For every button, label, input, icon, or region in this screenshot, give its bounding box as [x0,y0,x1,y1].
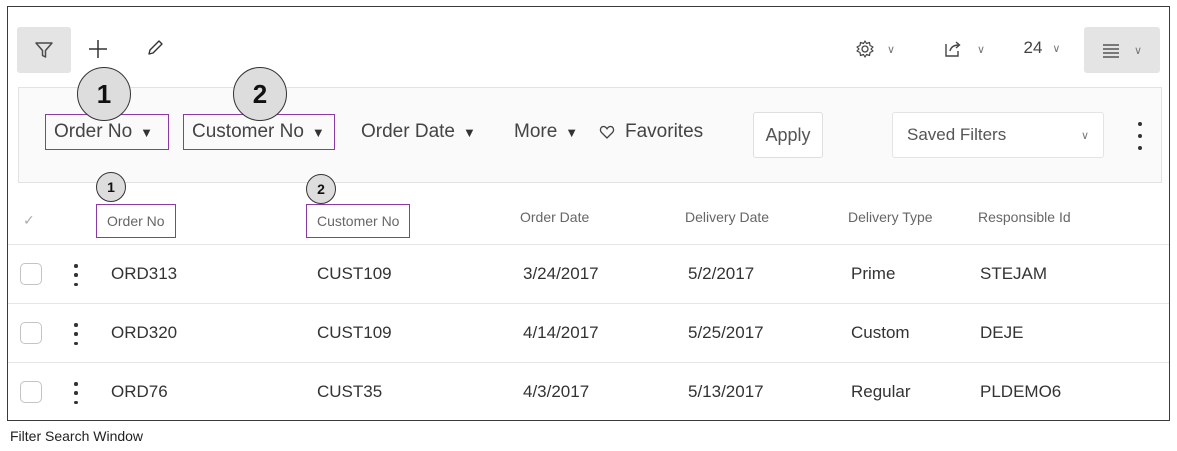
chevron-down-icon: ∨ [1080,129,1089,142]
row-checkbox[interactable] [20,322,42,344]
cell-delivery-date: 5/2/2017 [688,264,755,283]
figure-caption: Filter Search Window [10,428,144,444]
view-options-button[interactable]: ∨ [1084,27,1160,73]
filter-order-date[interactable]: Order Date ▼ [361,114,476,150]
cell-responsible-id: PLDEMO6 [980,382,1062,401]
cell-order-no: ORD320 [111,323,178,342]
chevron-down-icon: ∨ [1052,42,1061,55]
column-header[interactable]: Order No [96,204,176,238]
orders-table: ✓ Order No Customer No Order Date Delive… [8,192,1169,422]
page-size-select[interactable]: 24 ∨ [1014,35,1070,61]
pencil-icon [148,40,163,55]
settings-button[interactable]: ∨ [850,37,900,61]
toolbar: ∨ ∨ 24 ∨ ∨ [8,7,1169,83]
caret-down-icon: ▼ [311,124,325,140]
callout-1-small: 1 [96,172,126,202]
heart-icon [599,125,615,139]
cell-delivery-date: 5/25/2017 [688,323,764,342]
column-header[interactable]: Delivery Type [848,209,933,225]
chevron-down-icon: ∨ [1133,44,1143,57]
cell-delivery-date: 5/13/2017 [688,382,764,401]
filter-order-date-label: Order Date [361,121,455,142]
list-view-icon [1102,44,1119,58]
table-header: ✓ Order No Customer No Order Date Delive… [8,192,1169,245]
favorites-label: Favorites [625,121,704,142]
filter-search-window: ∨ ∨ 24 ∨ ∨ Order No ▼ Customer No ▼ Orde… [7,6,1170,421]
caret-down-icon: ▼ [140,124,154,140]
more-options-icon[interactable] [1135,122,1145,150]
chevron-down-icon: ∨ [886,43,896,56]
cell-customer-no: CUST109 [317,264,392,283]
cell-order-date: 3/24/2017 [523,264,599,283]
cell-order-date: 4/14/2017 [523,323,599,342]
column-header[interactable]: Delivery Date [685,209,769,225]
cell-delivery-type: Regular [851,382,911,401]
row-menu-icon[interactable] [73,323,79,345]
plus-icon [89,40,107,58]
filter-order-no-label: Order No [54,121,133,142]
favorites-button[interactable]: Favorites [599,114,703,150]
export-button[interactable]: ∨ [936,37,992,61]
select-all-checkmark-icon[interactable]: ✓ [23,212,35,229]
cell-order-date: 4/3/2017 [523,382,590,401]
filter-more-label: More [514,121,558,142]
cell-customer-no: CUST35 [317,382,383,401]
chevron-down-icon: ∨ [976,43,986,56]
cell-customer-no: CUST109 [317,323,392,342]
filter-toggle-button[interactable] [17,27,71,73]
cell-responsible-id: DEJE [980,323,1024,342]
row-checkbox[interactable] [20,381,42,403]
add-button[interactable] [86,37,110,61]
callout-1: 1 [77,67,131,121]
filter-icon [35,42,53,58]
table-row[interactable]: ORD313 CUST109 3/24/2017 5/2/2017 Prime … [8,245,1169,304]
cell-delivery-type: Prime [851,264,896,283]
page-size-value: 24 [1023,38,1043,57]
cell-order-no: ORD76 [111,382,168,401]
column-header[interactable]: Customer No [306,204,411,238]
saved-filters-label: Saved Filters [907,125,1007,144]
cell-responsible-id: STEJAM [980,264,1048,283]
row-menu-icon[interactable] [73,382,79,404]
filter-customer-no-label: Customer No [192,121,304,142]
caret-down-icon: ▼ [462,124,476,140]
filter-more[interactable]: More ▼ [514,114,578,150]
callout-2: 2 [233,67,287,121]
export-icon [945,41,961,57]
column-header[interactable]: Responsible Id [978,209,1071,225]
cell-order-no: ORD313 [111,264,178,283]
callout-2-small: 2 [306,174,336,204]
filter-panel: Order No ▼ Customer No ▼ Order Date ▼ Mo… [18,87,1162,183]
table-row[interactable]: ORD320 CUST109 4/14/2017 5/25/2017 Custo… [8,304,1169,363]
saved-filters-select[interactable]: Saved Filters ∨ [892,112,1104,158]
gear-icon [856,40,874,58]
cell-delivery-type: Custom [851,323,910,342]
edit-button[interactable] [144,37,166,59]
table-row[interactable]: ORD76 CUST35 4/3/2017 5/13/2017 Regular … [8,363,1169,422]
row-checkbox[interactable] [20,263,42,285]
caret-down-icon: ▼ [565,124,579,140]
row-menu-icon[interactable] [73,264,79,286]
column-header[interactable]: Order Date [520,209,589,225]
apply-button[interactable]: Apply [753,112,823,158]
